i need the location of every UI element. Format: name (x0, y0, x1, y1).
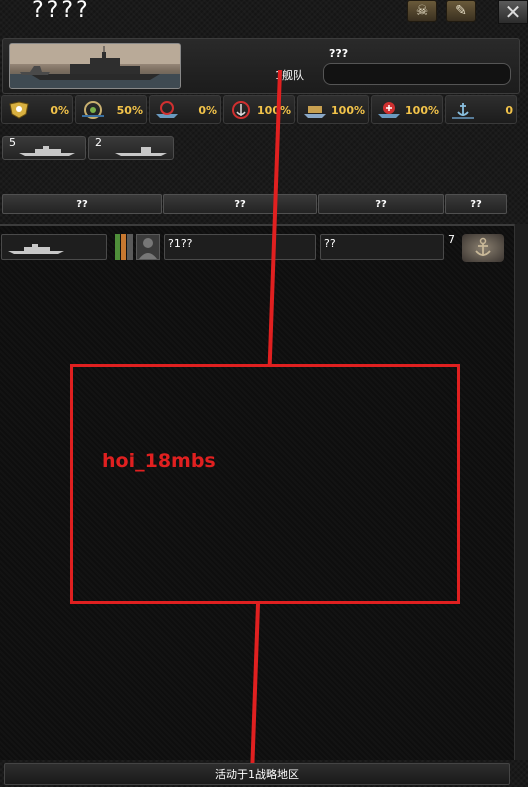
close-button[interactable]: ✕ (498, 0, 528, 24)
ship-type-battleship-count: 5 (9, 136, 16, 149)
document-icon: ✎ (455, 3, 467, 19)
battleship-icon (8, 244, 64, 254)
fleet-header: ??? 1舰队 (2, 38, 520, 94)
ship-status-bar-gray (127, 234, 133, 260)
document-button[interactable]: ✎ (446, 0, 476, 22)
stat-gear[interactable]: 50% (75, 95, 147, 124)
footer-label: 活动于1战略地区 (215, 768, 299, 781)
column-header-1[interactable]: ?? (2, 194, 162, 214)
ship-row[interactable]: ?1?? ?? 7 (0, 232, 514, 262)
captain-silhouette-icon (139, 238, 157, 259)
stat-admiral-value: 0% (50, 104, 69, 117)
column-header-4[interactable]: ?? (445, 194, 507, 214)
stat-anchor[interactable]: 0 (445, 95, 517, 124)
ship-status-bar-green (115, 234, 120, 260)
ship-type-battleship-button[interactable]: 5 (2, 136, 86, 160)
ship-status: ?? (324, 237, 336, 250)
close-icon: ✕ (504, 0, 522, 24)
fleet-cargo-icon (304, 106, 326, 118)
skull-button[interactable]: ☠ (407, 0, 437, 22)
anchor-target-icon (232, 101, 250, 119)
ship-list-scrollbar[interactable] (514, 224, 528, 760)
footer-status: 活动于1战略地区 (4, 763, 510, 785)
stat-anchor-target-value: 100% (257, 104, 291, 117)
battleship-icon (19, 146, 75, 156)
anchor-icon (452, 103, 474, 119)
stat-target-ship[interactable]: 0% (149, 95, 221, 124)
submarine-icon (115, 147, 167, 156)
stat-target-ship-value: 0% (198, 104, 217, 117)
admiral-badge-icon (9, 101, 29, 119)
stat-admiral[interactable]: 0% (1, 95, 73, 124)
ship-status-bar-orange (121, 234, 126, 260)
ship-count: 7 (448, 233, 455, 246)
repair-ship-icon (378, 102, 400, 118)
ship-type-submarine-count: 2 (95, 136, 102, 149)
annotation-text: hoi_18mbs (102, 450, 216, 472)
battleship-image (9, 43, 181, 89)
anchor-button[interactable] (462, 234, 504, 262)
stat-anchor-value: 0 (505, 104, 513, 117)
stat-repair-ship[interactable]: 100% (371, 95, 443, 124)
stat-fleet-cargo[interactable]: 100% (297, 95, 369, 124)
column-header-3[interactable]: ?? (318, 194, 444, 214)
fleet-name: ??? (329, 47, 349, 60)
ship-class-cell (1, 234, 107, 260)
captain-portrait[interactable] (136, 234, 160, 260)
stat-fleet-cargo-value: 100% (331, 104, 365, 117)
target-ship-icon (156, 101, 178, 118)
ship-name: ?1?? (168, 237, 193, 250)
fleet-stats-row: 0% 50% 0% 100% 100% 100% 0 (0, 95, 528, 125)
panel-title: ???? (32, 0, 91, 23)
annotation-box (70, 364, 460, 604)
fleet-name-input[interactable] (323, 63, 511, 85)
ship-status-cell: ?? (320, 234, 444, 260)
skull-icon: ☠ (415, 3, 429, 19)
column-header-2[interactable]: ?? (163, 194, 317, 214)
stat-anchor-target[interactable]: 100% (223, 95, 295, 124)
gear-wheel-icon (82, 101, 104, 119)
anchor-icon (475, 237, 491, 256)
ship-name-cell[interactable]: ?1?? (164, 234, 316, 260)
stat-repair-ship-value: 100% (405, 104, 439, 117)
stat-gear-value: 50% (116, 104, 143, 117)
title-bar: ???? ☠ ✎ ✕ (0, 0, 528, 28)
ship-type-submarine-button[interactable]: 2 (88, 136, 174, 160)
